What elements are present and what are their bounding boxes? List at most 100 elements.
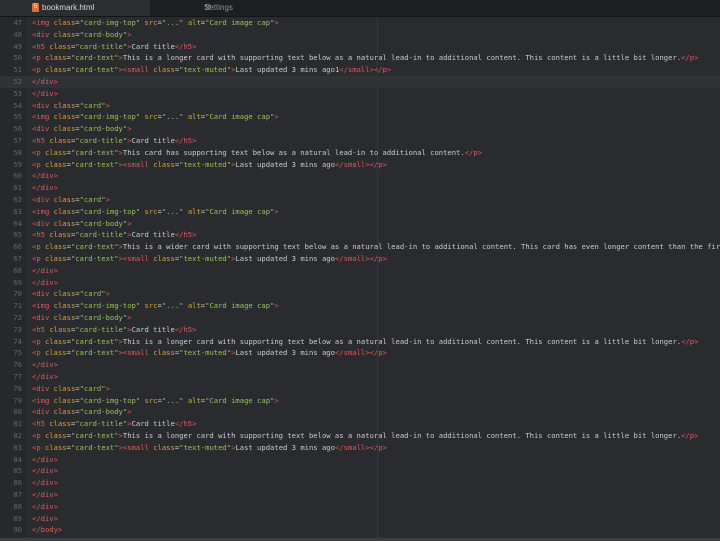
code-text: <img class="card-img-top" src="..." alt=… <box>32 395 279 405</box>
code-line[interactable]: 70 <div class="card"> <box>0 288 720 300</box>
code-text: <img class="card-img-top" src="..." alt=… <box>32 112 279 122</box>
code-line[interactable]: 47 <img class="card-img-top" src="..." al… <box>0 17 720 29</box>
line-number: 82 <box>13 431 22 440</box>
code-line[interactable]: 56 <div class="card-body"> <box>0 123 720 135</box>
code-text: </div> <box>32 360 58 370</box>
tab-label: bookmark.html <box>42 3 95 12</box>
code-line[interactable]: 80 <div class="card-body"> <box>0 406 720 418</box>
code-line[interactable]: 90 </body> <box>0 524 720 536</box>
code-line[interactable]: 81 <h5 class="card-title">Card title</h5> <box>0 418 720 430</box>
code-text: <img class="card-img-top" src="..." alt=… <box>32 206 279 216</box>
line-number: 63 <box>13 206 22 216</box>
line-number: 55 <box>13 112 22 122</box>
code-line[interactable]: 71 <img class="card-img-top" src="..." al… <box>0 300 720 312</box>
line-number: 64 <box>13 218 22 228</box>
code-line[interactable]: 60 </div> <box>0 170 720 182</box>
code-line[interactable]: 84 </div> <box>0 454 720 466</box>
code-line[interactable]: 57 <h5 class="card-title">Card title</h5> <box>0 135 720 147</box>
code-text: </div> <box>32 277 58 287</box>
code-text: <div class="card"> <box>32 100 110 110</box>
code-line[interactable]: 89 </div> <box>0 513 720 525</box>
code-text: </div> <box>32 501 58 511</box>
code-text: <h5 class="card-title">Card title</h5> <box>32 230 197 240</box>
code-line[interactable]: 49 <h5 class="card-title">Card title</h5> <box>0 41 720 53</box>
line-number: 84 <box>13 454 22 464</box>
code-line[interactable]: 51 <p class="card-text"><small class="tex… <box>0 64 720 76</box>
line-number: 53 <box>13 88 22 98</box>
line-number: 68 <box>13 265 22 275</box>
line-number: 70 <box>13 289 22 299</box>
tab-settings[interactable]: ⚒ Settings <box>190 0 290 16</box>
code-text: <div class="card-body"> <box>32 218 132 228</box>
line-number: 78 <box>13 383 22 393</box>
line-number: 69 <box>13 277 22 287</box>
code-text: </div> <box>32 171 58 181</box>
code-line[interactable]: 61 </div> <box>0 182 720 194</box>
code-line[interactable]: 87 </div> <box>0 489 720 501</box>
code-text: <p class="card-text">This is a wider car… <box>32 242 720 252</box>
code-area[interactable]: 47 <img class="card-img-top" src="..." al… <box>0 17 720 541</box>
code-line[interactable]: 54 <div class="card"> <box>0 100 720 112</box>
line-number: 71 <box>13 301 22 311</box>
code-line[interactable]: 82 <p class="card-text">This is a longer … <box>0 430 720 442</box>
line-number: 85 <box>13 466 22 476</box>
code-line[interactable]: 85 </div> <box>0 465 720 477</box>
line-number: 72 <box>13 313 22 322</box>
code-line[interactable]: 79 <img class="card-img-top" src="..." al… <box>0 395 720 407</box>
code-text: <p class="card-text"><small class="text-… <box>32 254 387 263</box>
line-number: 66 <box>13 242 22 252</box>
code-text: </div> <box>32 513 58 523</box>
code-text: </div> <box>32 88 58 98</box>
code-text: <h5 class="card-title">Card title</h5> <box>32 419 197 429</box>
code-line[interactable]: 65 <h5 class="card-title">Card title</h5> <box>0 229 720 241</box>
code-text: <p class="card-text">This is a longer ca… <box>32 336 699 346</box>
code-line[interactable]: 59 <p class="card-text"><small class="tex… <box>0 159 720 171</box>
code-line[interactable]: 53 </div> <box>0 88 720 100</box>
line-number: 86 <box>13 478 22 488</box>
line-number: 67 <box>13 254 22 263</box>
code-text: </div> <box>32 372 58 381</box>
code-line[interactable]: 66 <p class="card-text">This is a wider c… <box>0 241 720 253</box>
code-line[interactable]: 69 </div> <box>0 277 720 289</box>
code-line[interactable]: 75 <p class="card-text"><small class="tex… <box>0 347 720 359</box>
line-number: 50 <box>13 53 22 63</box>
code-line[interactable]: 48 <div class="card-body"> <box>0 29 720 41</box>
code-line[interactable]: 58 <p class="card-text">This card has sup… <box>0 147 720 159</box>
code-text: <img class="card-img-top" src="..." alt=… <box>32 18 279 27</box>
code-line[interactable]: 86 </div> <box>0 477 720 489</box>
code-text: </div> <box>32 490 58 499</box>
code-line[interactable]: 62 <div class="card"> <box>0 194 720 206</box>
code-line[interactable]: 68 </div> <box>0 265 720 277</box>
code-line[interactable]: 88 </div> <box>0 501 720 513</box>
code-line[interactable]: 83 <p class="card-text"><small class="tex… <box>0 442 720 454</box>
tab-bar: 5 bookmark.html ⚒ Settings <box>0 0 720 17</box>
code-line[interactable]: 63 <img class="card-img-top" src="..." al… <box>0 206 720 218</box>
code-line[interactable]: 67 <p class="card-text"><small class="tex… <box>0 253 720 265</box>
tab-label: Settings <box>204 3 233 12</box>
code-line[interactable]: 55 <img class="card-img-top" src="..." al… <box>0 111 720 123</box>
code-text: <div class="card-body"> <box>32 124 132 134</box>
line-number: 57 <box>13 136 22 145</box>
code-text: </body> <box>32 525 63 535</box>
code-line[interactable]: 78 <div class="card"> <box>0 383 720 395</box>
code-line[interactable]: 74 <p class="card-text">This is a longer … <box>0 336 720 348</box>
code-text: <p class="card-text">This is a longer ca… <box>32 431 699 440</box>
code-line[interactable]: 76 </div> <box>0 359 720 371</box>
code-text: <img class="card-img-top" src="..." alt=… <box>32 301 279 311</box>
line-number: 73 <box>13 324 22 334</box>
line-number: 65 <box>13 230 22 240</box>
code-line[interactable]: 64 <div class="card-body"> <box>0 218 720 230</box>
tab-bookmark-html[interactable]: 5 bookmark.html <box>0 0 150 16</box>
code-line[interactable]: 52 </div> <box>0 76 720 88</box>
line-number: 81 <box>13 419 22 429</box>
line-number: 49 <box>13 41 22 51</box>
line-number: 87 <box>13 490 22 499</box>
line-number: 59 <box>13 159 22 169</box>
code-line[interactable]: 77 </div> <box>0 371 720 383</box>
code-text: <h5 class="card-title">Card title</h5> <box>32 324 197 334</box>
code-line[interactable]: 72 <div class="card-body"> <box>0 312 720 324</box>
code-text: <div class="card-body"> <box>32 313 132 322</box>
code-line[interactable]: 73 <h5 class="card-title">Card title</h5> <box>0 324 720 336</box>
code-line[interactable]: 50 <p class="card-text">This is a longer … <box>0 52 720 64</box>
editor-window: 5 bookmark.html ⚒ Settings 47 <img class=… <box>0 0 720 541</box>
